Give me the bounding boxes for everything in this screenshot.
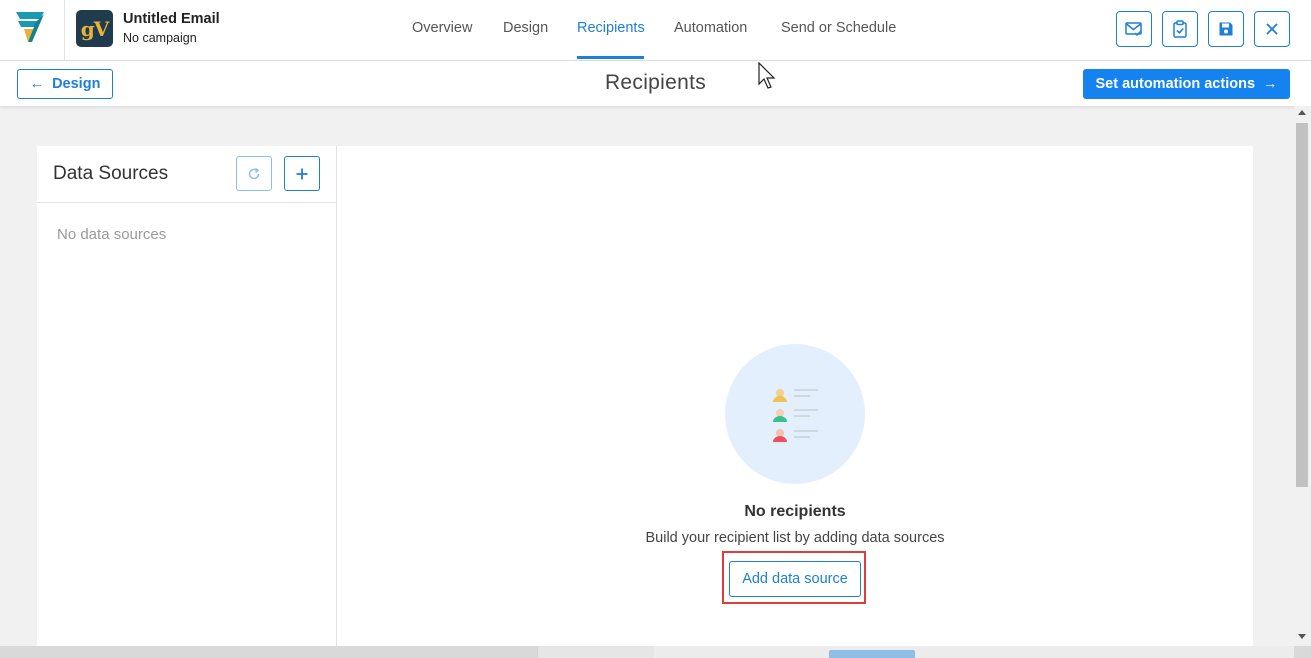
- data-sources-panel: Data Sources No data sources: [37, 146, 337, 646]
- add-data-source-plus-button[interactable]: [284, 156, 320, 191]
- no-recipients-subtitle: Build your recipient list by adding data…: [645, 530, 945, 546]
- scroll-down-arrow-icon[interactable]: [1298, 634, 1306, 639]
- header-divider: [64, 0, 65, 60]
- tab-send-or-schedule[interactable]: Send or Schedule: [781, 20, 896, 36]
- save-button[interactable]: [1208, 11, 1244, 47]
- next-button-label: Set automation actions: [1095, 76, 1256, 92]
- save-icon: [1219, 22, 1233, 36]
- recipients-card: Data Sources No data sources No recipien…: [37, 146, 1253, 646]
- empty-recipients-illustration: [725, 344, 865, 484]
- email-title: Untitled Email: [123, 11, 220, 27]
- background-content-strip: [0, 646, 1311, 658]
- checklist-button[interactable]: [1162, 11, 1198, 47]
- set-automation-actions-button[interactable]: Set automation actions →: [1083, 69, 1290, 99]
- tab-overview[interactable]: Overview: [412, 20, 472, 36]
- recipient-list-icon: [773, 389, 818, 442]
- scrollbar-thumb[interactable]: [1296, 123, 1308, 487]
- campaign-name: No campaign: [123, 31, 197, 45]
- account-avatar[interactable]: gV: [76, 10, 113, 47]
- close-button[interactable]: [1254, 11, 1290, 47]
- no-recipients-title: No recipients: [744, 503, 846, 520]
- arrow-right-icon: →: [1263, 76, 1278, 92]
- add-data-source-button[interactable]: Add data source: [729, 561, 861, 597]
- background-panel-inner: [654, 646, 1294, 658]
- plus-icon: [296, 168, 308, 179]
- refresh-data-sources-button[interactable]: [236, 156, 272, 191]
- clipboard-check-icon: [1173, 20, 1187, 38]
- app-logo-icon[interactable]: [14, 10, 46, 44]
- test-email-button[interactable]: [1116, 11, 1152, 47]
- data-sources-title: Data Sources: [53, 163, 169, 184]
- no-data-sources-text: No data sources: [57, 226, 167, 243]
- sub-header: ← Design Recipients Set automation actio…: [0, 61, 1311, 106]
- mail-check-icon: [1125, 22, 1143, 37]
- close-icon: [1266, 23, 1278, 35]
- tab-recipients[interactable]: Recipients: [577, 20, 645, 36]
- top-bar: gV Untitled Email No campaign Overview D…: [0, 0, 1311, 61]
- vertical-scrollbar[interactable]: [1294, 106, 1311, 646]
- tab-automation[interactable]: Automation: [674, 20, 747, 36]
- background-button: [829, 650, 915, 658]
- tab-design[interactable]: Design: [503, 20, 548, 36]
- scroll-up-arrow-icon[interactable]: [1298, 110, 1306, 115]
- mouse-cursor-icon: [758, 62, 776, 89]
- panel-divider: [37, 202, 336, 203]
- active-tab-indicator: [577, 56, 644, 59]
- refresh-icon: [248, 167, 260, 179]
